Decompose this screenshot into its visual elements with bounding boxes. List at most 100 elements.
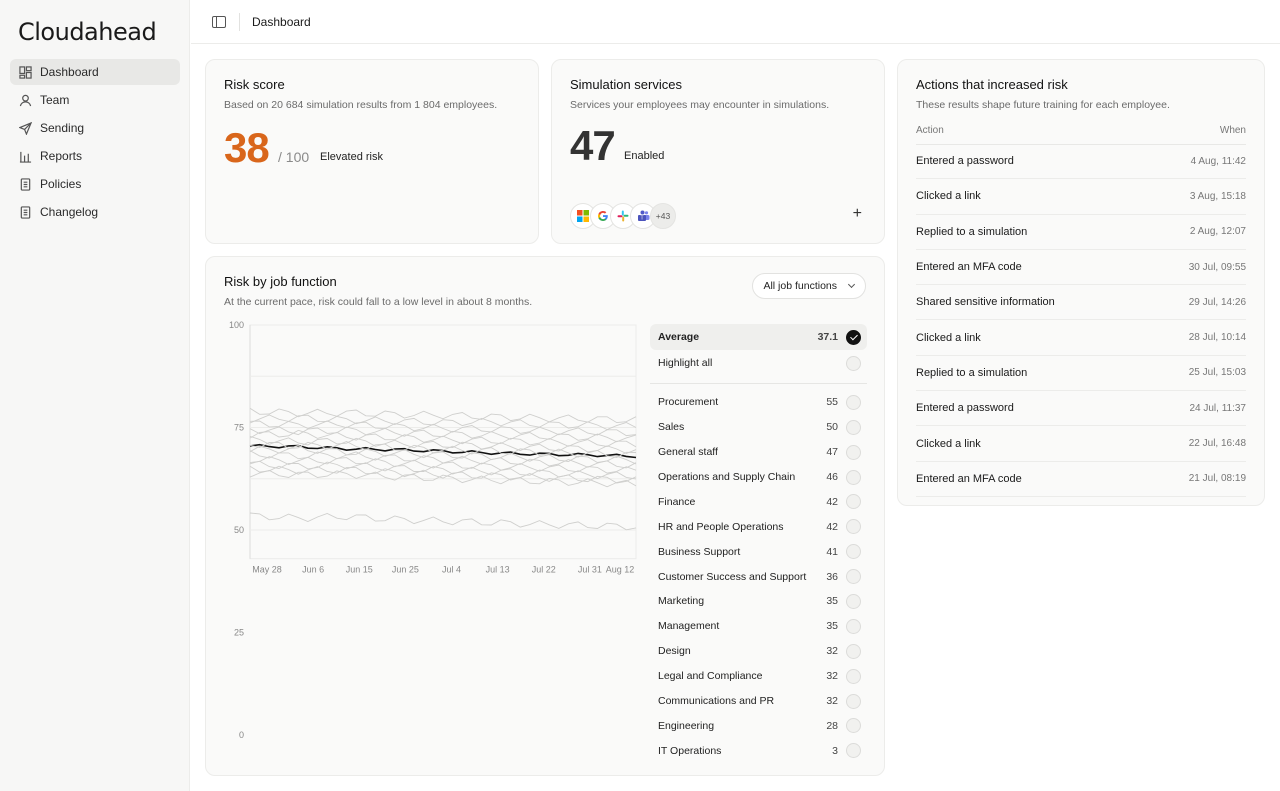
legend-divider xyxy=(650,382,867,384)
legend-value: 32 xyxy=(826,695,838,708)
legend-item[interactable]: Customer Success and Support 36 xyxy=(650,564,867,589)
actions-subtitle: These results shape future training for … xyxy=(916,99,1170,111)
legend-item[interactable]: Legal and Compliance 32 xyxy=(650,664,867,689)
sidebar-item-label: Sending xyxy=(40,121,85,135)
legend-label: Marketing xyxy=(658,595,705,608)
sidebar: Cloudahead Dashboard Team Sending Reports Po… xyxy=(0,0,190,791)
table-row[interactable]: Clicked a link 28 Jul, 10:14 xyxy=(916,320,1246,356)
table-row[interactable]: Entered an MFA code 21 Jul, 08:19 xyxy=(916,462,1246,497)
simulation-title: Simulation services xyxy=(570,77,682,92)
toggle-circle-icon xyxy=(846,419,861,435)
legend-item[interactable]: Engineering 28 xyxy=(650,713,867,738)
job-function-filter[interactable]: All job functions xyxy=(752,273,866,299)
legend-value: 47 xyxy=(826,446,838,459)
sidebar-item-changelog[interactable]: Changelog xyxy=(10,199,180,225)
actions-table: Entered a password 4 Aug, 11:42 Clicked a … xyxy=(916,144,1246,497)
legend-value: 37.1 xyxy=(817,331,838,343)
more-services-badge[interactable]: +43 xyxy=(650,203,676,229)
legend-item[interactable]: General staff 47 xyxy=(650,440,867,465)
actions-card: Actions that increased risk These result… xyxy=(897,59,1265,506)
legend-item[interactable]: Marketing 35 xyxy=(650,589,867,614)
add-service-button[interactable]: + xyxy=(853,205,862,223)
legend-label: Customer Success and Support xyxy=(658,570,807,583)
x-tick-label: May 28 xyxy=(252,565,282,575)
header-divider xyxy=(239,12,240,31)
sidebar-item-dashboard[interactable]: Dashboard xyxy=(10,59,180,85)
risk-trend-chart: 100 75 50 25 0 May 28 Jun 6 Jun 15 Jun 25 Jul 4 Ju… xyxy=(229,320,637,740)
top-header: Dashboard xyxy=(191,0,1280,44)
legend-value: 50 xyxy=(826,421,838,434)
when-cell: 2 Aug, 12:07 xyxy=(1189,226,1246,238)
action-cell: Replied to a simulation xyxy=(916,366,1028,379)
legend-label: IT Operations xyxy=(658,744,722,757)
legend-label: Legal and Compliance xyxy=(658,670,763,683)
simulation-services-card: Simulation services Services your employ… xyxy=(551,59,885,244)
sidebar-item-team[interactable]: Team xyxy=(10,87,180,113)
y-tick-label: 25 xyxy=(234,628,244,638)
legend-item[interactable]: Procurement 55 xyxy=(650,390,867,415)
legend-value: 46 xyxy=(826,471,838,483)
toggle-circle-icon xyxy=(846,569,861,585)
when-cell: 21 Jul, 08:19 xyxy=(1188,473,1246,485)
toggle-circle-icon xyxy=(846,718,861,734)
brand-logo: Cloudahead xyxy=(18,18,157,46)
sidebar-item-policies[interactable]: Policies xyxy=(10,171,180,197)
sidebar-toggle-icon[interactable] xyxy=(212,15,226,28)
legend-item-average[interactable]: Average 37.1 xyxy=(650,324,867,350)
legend-value: 42 xyxy=(826,495,838,508)
risk-score-value: 38 xyxy=(224,124,270,171)
x-tick-label: Aug 12 xyxy=(606,565,635,575)
document-icon xyxy=(18,177,32,191)
toggle-circle-icon xyxy=(846,444,861,460)
simulation-subtitle: Services your employees may encounter in… xyxy=(570,99,830,111)
table-row[interactable]: Clicked a link 3 Aug, 15:18 xyxy=(916,179,1246,215)
legend-value: 55 xyxy=(826,396,838,409)
toggle-circle-icon xyxy=(846,544,861,560)
legend-item[interactable]: Sales 50 xyxy=(650,415,867,440)
service-icons[interactable]: T +43 xyxy=(570,203,676,229)
job-function-subtitle: At the current pace, risk could fall to … xyxy=(224,296,533,308)
sidebar-nav: Dashboard Team Sending Reports Policies Chang… xyxy=(10,59,180,227)
action-cell: Replied to a simulation xyxy=(916,225,1028,238)
legend-item[interactable]: HR and People Operations 42 xyxy=(650,514,867,539)
sidebar-item-label: Changelog xyxy=(40,205,99,219)
job-function-filter-label: All job functions xyxy=(763,280,837,292)
table-row[interactable]: Entered a password 24 Jul, 11:37 xyxy=(916,391,1246,427)
x-tick-label: Jul 22 xyxy=(532,565,556,575)
when-cell: 22 Jul, 16:48 xyxy=(1188,438,1246,450)
risk-level-label: Elevated risk xyxy=(320,151,383,163)
table-row[interactable]: Shared sensitive information 29 Jul, 14:2… xyxy=(916,285,1246,321)
actions-table-header: Action When xyxy=(916,125,1246,145)
table-row[interactable]: Entered an MFA code 30 Jul, 09:55 xyxy=(916,250,1246,286)
sidebar-item-sending[interactable]: Sending xyxy=(10,115,180,141)
sidebar-item-label: Reports xyxy=(40,149,83,163)
table-row[interactable]: Replied to a simulation 25 Jul, 15:03 xyxy=(916,356,1246,392)
highlight-all-toggle[interactable]: Highlight all xyxy=(650,351,867,376)
toggle-circle-icon xyxy=(846,355,861,371)
job-function-legend: Average 37.1 Highlight all Procurement 55 Sal… xyxy=(650,324,867,763)
legend-value: 32 xyxy=(826,645,838,658)
legend-item[interactable]: Operations and Supply Chain 46 xyxy=(650,465,867,490)
toggle-circle-icon xyxy=(846,394,861,410)
grid-icon xyxy=(18,65,32,79)
legend-item[interactable]: IT Operations 3 xyxy=(650,738,867,763)
legend-label: Finance xyxy=(658,495,696,508)
table-row[interactable]: Entered a password 4 Aug, 11:42 xyxy=(916,144,1246,180)
y-tick-label: 100 xyxy=(229,320,244,330)
when-cell: 25 Jul, 15:03 xyxy=(1188,367,1246,379)
when-cell: 30 Jul, 09:55 xyxy=(1188,261,1246,273)
legend-item[interactable]: Management 35 xyxy=(650,614,867,639)
y-tick-label: 0 xyxy=(239,730,244,740)
legend-item[interactable]: Finance 42 xyxy=(650,489,867,514)
table-row[interactable]: Clicked a link 22 Jul, 16:48 xyxy=(916,426,1246,462)
job-function-card: Risk by job function At the current pace… xyxy=(205,256,885,776)
actions-title: Actions that increased risk xyxy=(916,77,1068,92)
legend-item[interactable]: Communications and PR 32 xyxy=(650,689,867,714)
legend-item[interactable]: Business Support 41 xyxy=(650,539,867,564)
x-tick-label: Jun 6 xyxy=(302,565,324,575)
table-row[interactable]: Replied to a simulation 2 Aug, 12:07 xyxy=(916,215,1246,250)
simulation-status: Enabled xyxy=(624,150,665,162)
legend-value: 42 xyxy=(826,520,838,533)
legend-item[interactable]: Design 32 xyxy=(650,639,867,664)
sidebar-item-reports[interactable]: Reports xyxy=(10,143,180,169)
